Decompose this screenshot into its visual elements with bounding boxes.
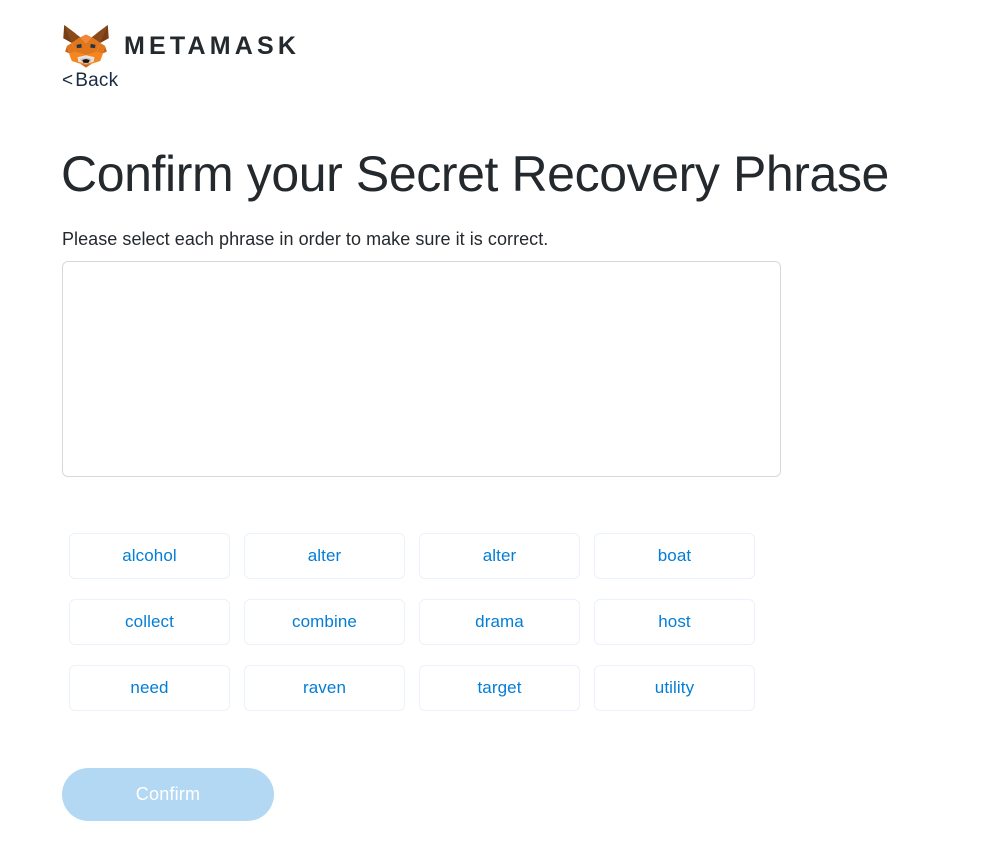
word-chip[interactable]: target — [419, 665, 580, 711]
metamask-wordmark: METAMASK — [124, 31, 301, 60]
brand-header: METAMASK — [62, 22, 300, 70]
word-chip[interactable]: boat — [594, 533, 755, 579]
word-chip[interactable]: collect — [69, 599, 230, 645]
back-label: Back — [75, 70, 119, 91]
onboarding-page: METAMASK < Back Confirm your Secret Recov… — [0, 0, 1006, 865]
page-subtitle: Please select each phrase in order to ma… — [62, 229, 549, 249]
metamask-fox-icon — [62, 24, 110, 69]
chevron-left-icon: < — [62, 70, 74, 91]
confirm-button[interactable]: Confirm — [62, 768, 274, 821]
word-chip[interactable]: alcohol — [69, 533, 230, 579]
page-title: Confirm your Secret Recovery Phrase — [61, 145, 889, 202]
word-chip[interactable]: alter — [244, 533, 405, 579]
word-chip[interactable]: host — [594, 599, 755, 645]
selected-phrase-area[interactable] — [62, 261, 781, 477]
word-chip[interactable]: need — [69, 665, 230, 711]
back-link[interactable]: < Back — [62, 70, 118, 93]
word-chip[interactable]: alter — [419, 533, 580, 579]
word-bank-grid: alcohol alter alter boat collect combine drama… — [69, 533, 759, 711]
word-chip[interactable]: drama — [419, 599, 580, 645]
word-chip[interactable]: raven — [244, 665, 405, 711]
word-chip[interactable]: utility — [594, 665, 755, 711]
word-chip[interactable]: combine — [244, 599, 405, 645]
